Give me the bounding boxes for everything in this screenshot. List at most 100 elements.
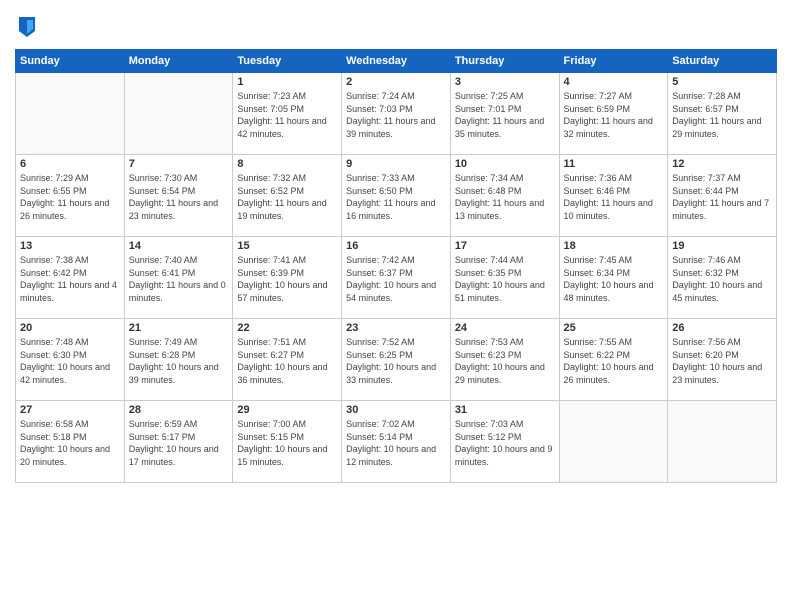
weekday-header-saturday: Saturday [668,50,777,73]
day-info: Sunrise: 7:40 AM Sunset: 6:41 PM Dayligh… [129,254,229,304]
day-number: 24 [455,322,555,334]
calendar-cell: 19Sunrise: 7:46 AM Sunset: 6:32 PM Dayli… [668,237,777,319]
calendar-cell: 8Sunrise: 7:32 AM Sunset: 6:52 PM Daylig… [233,155,342,237]
day-number: 16 [346,240,446,252]
logo [15,15,37,39]
day-info: Sunrise: 7:34 AM Sunset: 6:48 PM Dayligh… [455,172,555,222]
day-info: Sunrise: 7:25 AM Sunset: 7:01 PM Dayligh… [455,90,555,140]
calendar-cell [559,401,668,483]
calendar-cell [124,73,233,155]
day-info: Sunrise: 7:53 AM Sunset: 6:23 PM Dayligh… [455,336,555,386]
day-info: Sunrise: 7:30 AM Sunset: 6:54 PM Dayligh… [129,172,229,222]
day-info: Sunrise: 7:38 AM Sunset: 6:42 PM Dayligh… [20,254,120,304]
day-info: Sunrise: 7:03 AM Sunset: 5:12 PM Dayligh… [455,418,555,468]
day-info: Sunrise: 6:59 AM Sunset: 5:17 PM Dayligh… [129,418,229,468]
calendar-cell [668,401,777,483]
day-info: Sunrise: 7:48 AM Sunset: 6:30 PM Dayligh… [20,336,120,386]
calendar-cell: 26Sunrise: 7:56 AM Sunset: 6:20 PM Dayli… [668,319,777,401]
calendar-week-4: 27 Sunrise: 6:58 AM Sunset: 5:18 PM Dayli… [16,401,777,483]
day-number: 2 [346,76,446,88]
day-info: Sunrise: 7:44 AM Sunset: 6:35 PM Dayligh… [455,254,555,304]
calendar-cell: 20Sunrise: 7:48 AM Sunset: 6:30 PM Dayli… [16,319,125,401]
calendar-cell: 17 Sunrise: 7:44 AM Sunset: 6:35 PM Dayli… [450,237,559,319]
day-number: 18 [564,240,664,252]
day-number: 1 [237,76,337,88]
weekday-header-monday: Monday [124,50,233,73]
day-number: 13 [20,240,120,252]
day-number: 17 [455,240,555,252]
calendar-cell: 7 Sunrise: 7:30 AM Sunset: 6:54 PM Daylig… [124,155,233,237]
calendar-cell: 22 Sunrise: 7:51 AM Sunset: 6:27 PM Dayli… [233,319,342,401]
calendar-cell: 15Sunrise: 7:41 AM Sunset: 6:39 PM Dayli… [233,237,342,319]
calendar-cell: 9 Sunrise: 7:33 AM Sunset: 6:50 PM Daylig… [342,155,451,237]
day-info: Sunrise: 7:24 AM Sunset: 7:03 PM Dayligh… [346,90,446,140]
day-number: 30 [346,404,446,416]
weekday-header-friday: Friday [559,50,668,73]
day-number: 26 [672,322,772,334]
calendar-cell: 1 Sunrise: 7:23 AM Sunset: 7:05 PM Daylig… [233,73,342,155]
calendar-table: SundayMondayTuesdayWednesdayThursdayFrid… [15,49,777,483]
day-info: Sunrise: 7:29 AM Sunset: 6:55 PM Dayligh… [20,172,120,222]
day-info: Sunrise: 7:52 AM Sunset: 6:25 PM Dayligh… [346,336,446,386]
header [15,15,777,39]
weekday-header-tuesday: Tuesday [233,50,342,73]
day-info: Sunrise: 7:42 AM Sunset: 6:37 PM Dayligh… [346,254,446,304]
day-number: 27 [20,404,120,416]
day-info: Sunrise: 7:23 AM Sunset: 7:05 PM Dayligh… [237,90,337,140]
day-info: Sunrise: 7:37 AM Sunset: 6:44 PM Dayligh… [672,172,772,222]
calendar-cell: 28 Sunrise: 6:59 AM Sunset: 5:17 PM Dayli… [124,401,233,483]
day-number: 15 [237,240,337,252]
calendar-cell: 27 Sunrise: 6:58 AM Sunset: 5:18 PM Dayli… [16,401,125,483]
calendar-cell: 18 Sunrise: 7:45 AM Sunset: 6:34 PM Dayli… [559,237,668,319]
day-info: Sunrise: 7:02 AM Sunset: 5:14 PM Dayligh… [346,418,446,468]
day-info: Sunrise: 7:49 AM Sunset: 6:28 PM Dayligh… [129,336,229,386]
day-info: Sunrise: 7:36 AM Sunset: 6:46 PM Dayligh… [564,172,664,222]
calendar-cell: 6 Sunrise: 7:29 AM Sunset: 6:55 PM Daylig… [16,155,125,237]
calendar-cell: 14 Sunrise: 7:40 AM Sunset: 6:41 PM Dayli… [124,237,233,319]
day-number: 12 [672,158,772,170]
calendar-cell: 3 Sunrise: 7:25 AM Sunset: 7:01 PM Daylig… [450,73,559,155]
day-number: 4 [564,76,664,88]
calendar-cell: 30 Sunrise: 7:02 AM Sunset: 5:14 PM Dayli… [342,401,451,483]
day-number: 23 [346,322,446,334]
calendar-week-1: 6 Sunrise: 7:29 AM Sunset: 6:55 PM Daylig… [16,155,777,237]
day-number: 28 [129,404,229,416]
calendar-cell: 21Sunrise: 7:49 AM Sunset: 6:28 PM Dayli… [124,319,233,401]
calendar-cell: 31Sunrise: 7:03 AM Sunset: 5:12 PM Dayli… [450,401,559,483]
day-number: 6 [20,158,120,170]
calendar-cell: 2 Sunrise: 7:24 AM Sunset: 7:03 PM Daylig… [342,73,451,155]
calendar-cell: 25Sunrise: 7:55 AM Sunset: 6:22 PM Dayli… [559,319,668,401]
day-info: Sunrise: 7:55 AM Sunset: 6:22 PM Dayligh… [564,336,664,386]
day-info: Sunrise: 7:51 AM Sunset: 6:27 PM Dayligh… [237,336,337,386]
calendar-cell: 16 Sunrise: 7:42 AM Sunset: 6:37 PM Dayli… [342,237,451,319]
calendar-cell: 11 Sunrise: 7:36 AM Sunset: 6:46 PM Dayli… [559,155,668,237]
weekday-header-wednesday: Wednesday [342,50,451,73]
calendar-cell: 13 Sunrise: 7:38 AM Sunset: 6:42 PM Dayli… [16,237,125,319]
weekday-header-row: SundayMondayTuesdayWednesdayThursdayFrid… [16,50,777,73]
calendar-cell: 4 Sunrise: 7:27 AM Sunset: 6:59 PM Daylig… [559,73,668,155]
day-number: 14 [129,240,229,252]
day-number: 19 [672,240,772,252]
day-number: 22 [237,322,337,334]
calendar-cell: 23 Sunrise: 7:52 AM Sunset: 6:25 PM Dayli… [342,319,451,401]
calendar-cell: 5Sunrise: 7:28 AM Sunset: 6:57 PM Daylig… [668,73,777,155]
day-number: 11 [564,158,664,170]
day-number: 9 [346,158,446,170]
day-number: 3 [455,76,555,88]
logo-icon [17,15,37,39]
day-info: Sunrise: 7:45 AM Sunset: 6:34 PM Dayligh… [564,254,664,304]
weekday-header-thursday: Thursday [450,50,559,73]
calendar-cell: 29Sunrise: 7:00 AM Sunset: 5:15 PM Dayli… [233,401,342,483]
day-number: 5 [672,76,772,88]
day-info: Sunrise: 7:33 AM Sunset: 6:50 PM Dayligh… [346,172,446,222]
day-number: 10 [455,158,555,170]
calendar-week-3: 20Sunrise: 7:48 AM Sunset: 6:30 PM Dayli… [16,319,777,401]
calendar-cell: 24 Sunrise: 7:53 AM Sunset: 6:23 PM Dayli… [450,319,559,401]
day-info: Sunrise: 7:32 AM Sunset: 6:52 PM Dayligh… [237,172,337,222]
day-info: Sunrise: 7:27 AM Sunset: 6:59 PM Dayligh… [564,90,664,140]
calendar-cell: 12 Sunrise: 7:37 AM Sunset: 6:44 PM Dayli… [668,155,777,237]
day-number: 7 [129,158,229,170]
day-info: Sunrise: 6:58 AM Sunset: 5:18 PM Dayligh… [20,418,120,468]
day-info: Sunrise: 7:00 AM Sunset: 5:15 PM Dayligh… [237,418,337,468]
calendar-cell [16,73,125,155]
